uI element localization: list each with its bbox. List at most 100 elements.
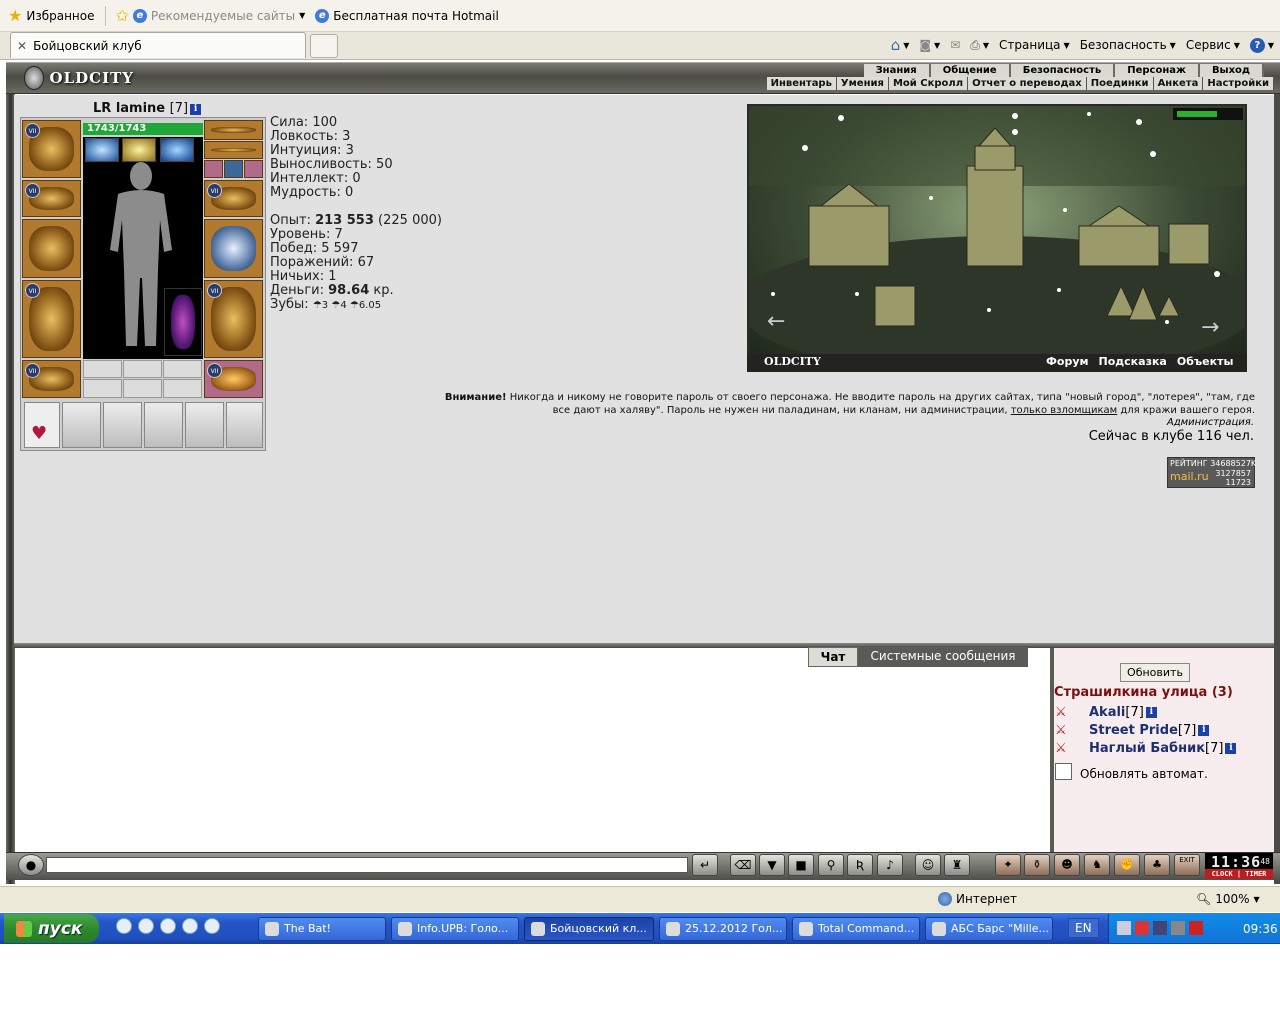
slot-pants[interactable]: VII [204, 280, 263, 358]
sound-button[interactable]: ♪ [877, 854, 903, 876]
mailru-rating-counter[interactable]: РЕЙТИНГ 34688527K mail.ru 3127857 11723 [1167, 457, 1256, 488]
slot-pocket-3[interactable] [144, 402, 183, 448]
tab-chat[interactable]: Чат [808, 647, 858, 667]
action-button-1[interactable]: ✦ [995, 854, 1021, 876]
tab-system-messages[interactable]: Системные сообщения [858, 647, 1028, 667]
save-button[interactable]: ■ [788, 854, 814, 876]
slot-pocket-1[interactable] [62, 402, 101, 448]
player-name[interactable]: Akali [1089, 705, 1125, 720]
slot-helmet[interactable]: VII [22, 120, 81, 178]
warning-link[interactable]: только взломщикам [1011, 405, 1117, 416]
feeds-button[interactable]: ◙ ▼ [919, 38, 940, 52]
menu-security[interactable]: Безопасность [1010, 64, 1116, 77]
link-hint[interactable]: Подсказка [1099, 355, 1167, 368]
quicklaunch-icon[interactable] [182, 918, 198, 934]
fight-icon[interactable]: ⚔ [1055, 741, 1089, 756]
slot-potion[interactable]: ♥ [24, 402, 60, 448]
action-button-4[interactable]: ♞ [1084, 854, 1110, 876]
submenu-fights[interactable]: Поединки [1086, 77, 1154, 90]
print-button[interactable]: ⎙ ▼ [970, 38, 989, 53]
player-row[interactable]: ⚔ Наглый Бабник [7] i [1055, 741, 1237, 756]
tray-icon[interactable] [1117, 921, 1131, 935]
task-button[interactable]: 25.12.2012 Гол... [659, 917, 787, 941]
player-row[interactable]: ⚔ Akali [7] i [1055, 705, 1157, 720]
quicklaunch-icon[interactable] [116, 918, 132, 934]
buff-ice-icon[interactable] [85, 138, 119, 162]
slot-earrings[interactable] [204, 141, 263, 159]
translit-button[interactable]: Ʀ [847, 854, 873, 876]
action-button-3[interactable]: ☻ [1054, 854, 1080, 876]
slot-rune-6[interactable] [163, 379, 202, 398]
exit-button[interactable]: EXIT [1174, 854, 1200, 876]
fight-icon[interactable]: ⚔ [1055, 705, 1089, 720]
hotmail-link[interactable]: e Бесплатная почта Hotmail [315, 8, 499, 23]
info-icon[interactable]: i [1198, 725, 1210, 736]
slot-rune-1[interactable] [83, 360, 122, 378]
info-icon[interactable]: i [1225, 743, 1237, 754]
slot-ring-2[interactable] [224, 160, 243, 178]
start-button[interactable]: пуск [4, 914, 99, 943]
action-button-5[interactable]: ✊ [1114, 854, 1140, 876]
chat-input[interactable] [46, 857, 688, 873]
helmet-button[interactable]: ♜ [944, 854, 970, 876]
mail-button[interactable]: ✉ [950, 38, 960, 52]
language-indicator[interactable]: EN [1068, 918, 1099, 938]
security-zone[interactable]: Интернет [938, 892, 1017, 906]
task-button[interactable]: Info.UPB: Голо... [391, 917, 519, 941]
filter-button[interactable]: ▼ [759, 854, 785, 876]
taskbar-clock[interactable]: 09:36 [1243, 922, 1278, 936]
submenu-settings[interactable]: Настройки [1203, 77, 1274, 90]
slot-rune-3[interactable] [163, 360, 202, 378]
tray-icon[interactable] [1153, 921, 1167, 935]
refresh-button[interactable]: Обновить [1120, 663, 1190, 682]
menu-communication[interactable]: Общение [930, 64, 1011, 77]
slot-pocket-2[interactable] [103, 402, 142, 448]
smiles-button[interactable]: ☺ [915, 854, 941, 876]
buff-water-icon[interactable] [160, 138, 194, 162]
slot-ring-1[interactable] [204, 160, 223, 178]
submenu-my-scroll[interactable]: Мой Скролл [888, 77, 969, 90]
browser-tab[interactable]: ✕ Бойцовский клуб [10, 32, 306, 58]
task-button-active[interactable]: Бойцовский кл... [524, 917, 654, 941]
tray-icon[interactable] [1171, 921, 1185, 935]
action-button-2[interactable]: ⚱ [1024, 854, 1050, 876]
slot-amulet[interactable] [204, 120, 263, 140]
action-button-6[interactable]: ♣ [1144, 854, 1170, 876]
task-button[interactable]: Total Command... [792, 917, 920, 941]
info-icon[interactable]: i [1145, 707, 1157, 718]
zoom-control[interactable]: 🔍︎ 100% ▼ [1196, 892, 1260, 906]
tray-icon[interactable] [1135, 921, 1149, 935]
new-tab-button[interactable] [310, 34, 338, 58]
slot-rune-5[interactable] [123, 379, 162, 398]
recommended-sites[interactable]: ✩ e Рекомендуемые сайты ▼ [116, 7, 306, 24]
chat-mode-button[interactable]: ● [18, 854, 44, 876]
clear-button[interactable]: ⌫ [730, 854, 756, 876]
menu-knowledge[interactable]: Знания [863, 64, 931, 77]
submenu-profile[interactable]: Анкета [1153, 77, 1204, 90]
info-icon[interactable]: i [190, 104, 202, 115]
fight-icon[interactable]: ⚔ [1055, 723, 1089, 738]
slot-bracers[interactable]: VII [22, 180, 81, 217]
slot-ring-3[interactable] [244, 160, 263, 178]
quicklaunch-icon[interactable] [160, 918, 176, 934]
menu-character[interactable]: Персонаж [1115, 64, 1200, 77]
location-scene[interactable]: ← → [747, 104, 1247, 372]
slot-gloves[interactable]: VII [204, 180, 263, 217]
slot-rune-4[interactable] [83, 379, 122, 398]
auto-refresh-checkbox[interactable] [1055, 763, 1072, 780]
quicklaunch-icon[interactable] [204, 918, 220, 934]
player-name[interactable]: Street Pride [1089, 723, 1178, 738]
slot-boots-bag[interactable] [164, 288, 202, 356]
slot-boots[interactable]: VII [204, 360, 263, 398]
favorites-button[interactable]: ★ Избранное [8, 7, 95, 24]
submenu-skills[interactable]: Умения [836, 77, 889, 90]
help-button[interactable]: ? ▼ [1249, 37, 1274, 53]
slot-rune-2[interactable] [123, 360, 162, 378]
submenu-inventory[interactable]: Инвентарь [766, 77, 837, 90]
link-forum[interactable]: Форум [1046, 355, 1089, 368]
security-menu[interactable]: Безопасность ▼ [1080, 38, 1176, 52]
submenu-transfer-report[interactable]: Отчет о переводах [968, 77, 1087, 90]
task-button[interactable]: The Bat! [258, 917, 386, 941]
slot-belt[interactable]: VII [22, 360, 81, 398]
character-name[interactable]: LR lamine [7] i [93, 101, 202, 116]
